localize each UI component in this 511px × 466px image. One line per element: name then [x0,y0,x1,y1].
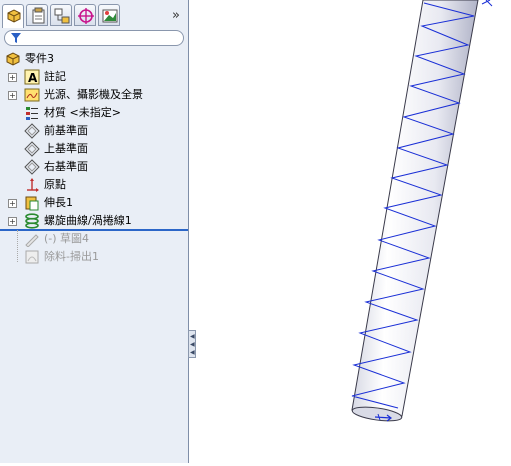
display-manager-tab-icon [102,9,118,23]
tree-item-label: 上基準面 [44,142,88,155]
expand-toggle[interactable]: + [8,199,17,208]
tab-propertymanager[interactable] [26,4,48,26]
tree-item-label: 伸長1 [44,196,73,209]
filter-icon [11,33,21,43]
tree-item-label: 螺旋曲線/渦捲線1 [44,214,132,227]
splitter-arrow-icon: ◀ [190,333,195,340]
tree-item-label: 前基準面 [44,124,88,137]
tree-item-origin[interactable]: 原點 [0,176,188,194]
lights-cameras-icon [24,88,40,102]
tree-item-label: 光源、攝影機及全景 [44,88,143,101]
top-corner-marker [481,0,493,7]
tab-display-manager[interactable] [98,4,120,26]
expand-toggle[interactable]: + [8,73,17,82]
plane-icon [24,159,40,175]
tree-item-top-plane[interactable]: 上基準面 [0,140,188,158]
cylinder-body[interactable] [351,0,479,423]
part-icon [6,52,20,66]
tree-item-label: 除料-掃出1 [44,250,99,263]
annotation-icon: A [24,69,40,85]
tree-connector-line [17,230,19,262]
origin-icon [27,178,39,192]
helix-icon [25,213,39,229]
tab-featuremanager[interactable] [2,4,24,28]
tree-item-material[interactable]: 材質 <未指定> [0,104,188,122]
tree-item-label: 右基準面 [44,160,88,173]
featuremanager-tab-icon [7,9,21,23]
propertymanager-tab-icon [32,7,45,24]
extrude-icon [25,196,39,211]
rollback-bar[interactable] [0,229,188,231]
tree-item-right-plane[interactable]: 右基準面 [0,158,188,176]
expand-toggle[interactable]: + [8,217,17,226]
tab-configurationmanager[interactable] [50,4,72,26]
sketch-icon [25,234,39,247]
more-tabs-button[interactable]: » [172,8,180,23]
feature-manager-panel: » 零件3 + A 註記 + 光源、攝影機及全景 材質 <未指定> 前基準面 上… [0,0,189,463]
tab-dimxpert[interactable] [74,4,96,26]
tree-item-sketch[interactable]: (-) 草圖4 [0,230,188,248]
expand-toggle[interactable]: + [8,91,17,100]
tree-item-label: 原點 [44,178,66,191]
panel-splitter-handle[interactable]: ◀ ◀ ◀ [188,330,196,358]
configurationmanager-tab-icon [54,8,70,24]
tree-item-label: (-) 草圖4 [44,232,90,245]
tree-item-extrude[interactable]: + 伸長1 [0,194,188,212]
svg-text:A: A [28,71,38,85]
sweep-cut-icon [25,250,39,264]
splitter-arrow-icon: ◀ [190,349,195,356]
graphics-area[interactable] [196,0,511,463]
tree-item-sweep-cut[interactable]: 除料-掃出1 [0,248,188,266]
tree-root-label: 零件3 [25,52,54,65]
splitter-arrow-icon: ◀ [190,341,195,348]
panel-tabs: » [2,4,186,28]
tree-item-front-plane[interactable]: 前基準面 [0,122,188,140]
tree-item-lights-cameras[interactable]: + 光源、攝影機及全景 [0,86,188,104]
dimxpert-tab-icon [78,8,94,24]
tree-item-annotations[interactable]: + A 註記 [0,68,188,86]
tree-filter-input[interactable] [4,30,184,46]
tree-item-helix[interactable]: + 螺旋曲線/渦捲線1 [0,212,188,230]
tree-item-label: 註記 [44,70,66,83]
tree-item-label: 材質 <未指定> [44,106,121,119]
material-icon [26,107,38,120]
plane-icon [24,123,40,139]
model-view [351,0,493,423]
plane-icon [24,141,40,157]
